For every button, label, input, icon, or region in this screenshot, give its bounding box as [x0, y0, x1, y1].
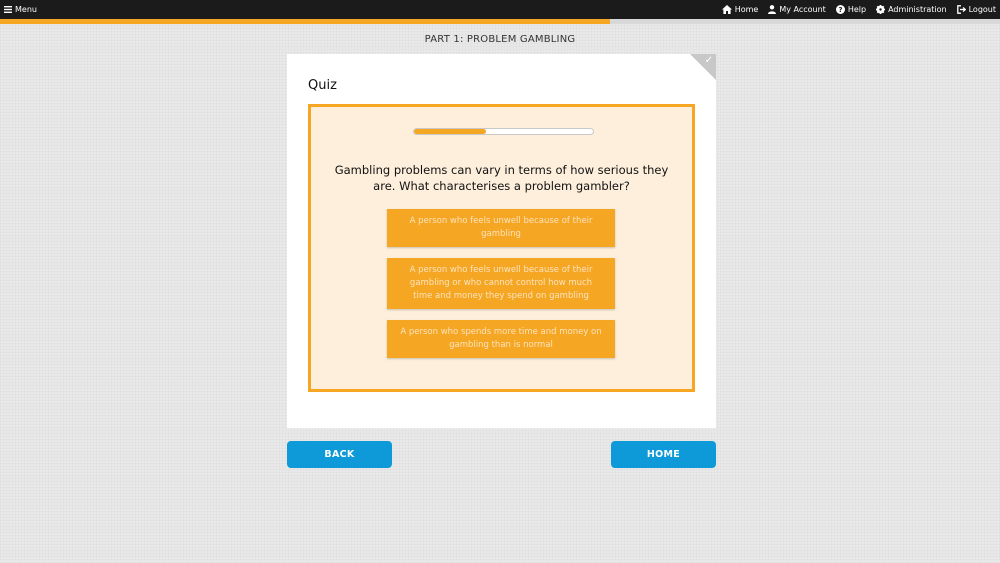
card-title: Quiz [308, 78, 337, 93]
home-button[interactable]: HOME [611, 441, 716, 468]
course-progress-fill [0, 19, 610, 24]
user-icon [768, 5, 777, 14]
top-navigation-bar: Menu Home My Account ? Help Administrati… [0, 0, 1000, 19]
section-title: PART 1: PROBLEM GAMBLING [424, 34, 576, 45]
nav-my-account-label: My Account [779, 5, 826, 14]
logout-icon [956, 5, 966, 14]
answer-option-1[interactable]: A person who feels unwell because of the… [387, 209, 615, 247]
checkmark-icon: ✓ [704, 55, 713, 66]
nav-my-account-link[interactable]: My Account [768, 5, 826, 14]
svg-text:?: ? [838, 6, 842, 14]
answer-option-3[interactable]: A person who spends more time and money … [387, 320, 615, 358]
quiz-question: Gambling problems can vary in terms of h… [334, 163, 669, 193]
gear-icon [876, 5, 886, 14]
quiz-question-box: Gambling problems can vary in terms of h… [308, 104, 695, 392]
course-progress-bar [0, 19, 1000, 24]
nav-home-link[interactable]: Home [721, 5, 759, 14]
nav-administration-link[interactable]: Administration [876, 5, 947, 14]
quiz-card: ✓ Quiz Gambling problems can vary in ter… [287, 54, 716, 428]
top-nav-links: Home My Account ? Help Administration Lo… [721, 5, 996, 14]
nav-logout-link[interactable]: Logout [956, 5, 996, 14]
nav-administration-label: Administration [888, 5, 947, 14]
menu-label: Menu [15, 5, 37, 14]
hamburger-menu-icon [4, 6, 12, 13]
nav-help-link[interactable]: ? Help [835, 5, 867, 14]
help-icon: ? [835, 5, 845, 14]
nav-home-label: Home [734, 5, 759, 14]
quiz-progress-fill [414, 129, 486, 134]
home-icon [721, 5, 732, 14]
quiz-progress-bar [413, 128, 594, 135]
back-button[interactable]: BACK [287, 441, 392, 468]
answer-option-2[interactable]: A person who feels unwell because of the… [387, 258, 615, 309]
nav-logout-label: Logout [968, 5, 996, 14]
nav-help-label: Help [847, 5, 867, 14]
menu-button[interactable]: Menu [4, 5, 37, 14]
